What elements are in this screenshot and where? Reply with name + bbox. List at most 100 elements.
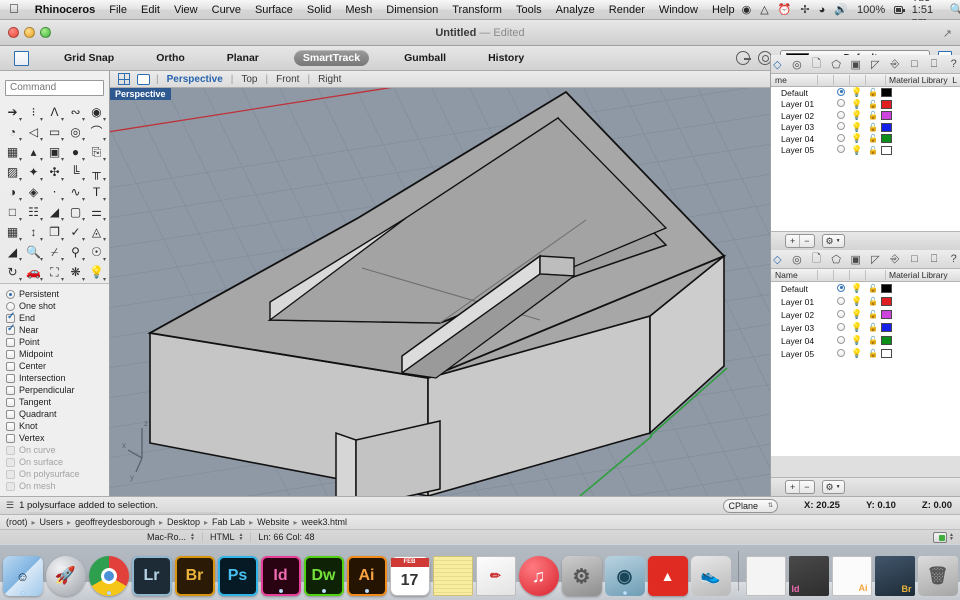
lock-icon[interactable]: 🔓 (865, 284, 881, 293)
editor-preview-control[interactable]: ▲▼ (933, 532, 960, 543)
offset-curve-icon[interactable]: ∿ (65, 182, 86, 202)
lock-icon[interactable]: 🔓 (865, 88, 881, 97)
table-row[interactable]: Layer 03 💡 🔓 (771, 122, 960, 134)
wifi-icon[interactable]: ◕ (819, 4, 826, 16)
layer-name[interactable]: Layer 05 (771, 145, 833, 155)
boolean-difference-icon[interactable]: ╥ (86, 162, 107, 182)
table-row[interactable]: Layer 05 💡 🔓 (771, 145, 960, 157)
eye-icon[interactable]: ◉ (742, 3, 752, 16)
column-header-material[interactable]: Material Library (889, 75, 948, 85)
array-linear-icon[interactable]: ☷ (23, 202, 44, 222)
named-view-icon[interactable]: □ (908, 253, 921, 265)
menu-item-window[interactable]: Window (652, 4, 705, 16)
osnap-mode-persistent[interactable]: Persistent (6, 288, 109, 300)
dock-recent-indesign-doc[interactable]: Id (789, 556, 829, 596)
checkbox-icon[interactable] (6, 362, 15, 371)
cylinder-icon[interactable]: ⎘ (86, 142, 107, 162)
encoding-selector[interactable]: Mac-Ro... ▲▼ (140, 532, 203, 542)
bell-icon[interactable]: △ (760, 3, 768, 16)
visibility-bulb-icon[interactable]: 💡 (849, 87, 865, 98)
dock-item-stickies[interactable] (433, 556, 473, 596)
checkbox-icon[interactable] (6, 326, 15, 335)
menu-item-surface[interactable]: Surface (248, 4, 300, 16)
chevron-down-icon[interactable]: ▼ (836, 235, 841, 247)
radio-icon[interactable] (6, 290, 15, 299)
help-icon[interactable]: ? (947, 253, 960, 265)
preview-icon[interactable] (933, 532, 947, 543)
dock-item-calendar[interactable]: FEB 17 (390, 556, 430, 596)
material-icon[interactable]: ◸ (869, 58, 882, 70)
visibility-bulb-icon[interactable]: 💡 (849, 133, 865, 144)
checkbox-icon[interactable] (6, 338, 15, 347)
dock-item-photoshop[interactable]: Ps (218, 556, 258, 596)
breadcrumb-root[interactable]: (root) (6, 517, 28, 527)
breadcrumb-website[interactable]: Website (257, 517, 289, 527)
checkbox-icon[interactable] (6, 374, 15, 383)
current-layer-radio[interactable] (833, 122, 849, 132)
dock-item-sketchup[interactable]: ▲ (648, 556, 688, 596)
layer-options-button[interactable]: ⚙ ▼ (822, 480, 845, 494)
visibility-bulb-icon[interactable]: 💡 (849, 322, 865, 333)
rectangle-icon[interactable]: ▭ (44, 122, 65, 142)
viewport-toggle-icon[interactable] (14, 51, 29, 66)
layer-name[interactable]: Layer 03 (771, 122, 833, 132)
table-row[interactable]: Layer 01 💡 🔓 (771, 99, 960, 111)
layers-icon[interactable]: ◇ (771, 58, 784, 70)
chevron-updown-icon[interactable]: ▲▼ (949, 533, 954, 541)
layer-color-swatch[interactable] (881, 123, 892, 132)
extrude-surface-icon[interactable]: ▨ (2, 162, 23, 182)
osnap-tangent[interactable]: Tangent (6, 396, 109, 408)
table-row[interactable]: Layer 05 💡 🔓 (771, 347, 960, 360)
lock-icon[interactable]: 🔓 (865, 100, 881, 109)
conic-icon[interactable]: ◎ (65, 122, 86, 142)
add-remove-layer-buttons[interactable]: + − (785, 234, 815, 248)
select-arrow-icon[interactable]: ➔ (2, 102, 23, 122)
analyze-icon[interactable]: ⚌ (86, 202, 107, 222)
checkbox-icon[interactable] (6, 386, 15, 395)
tab-perspective[interactable]: Perspective (165, 74, 225, 85)
battery-icon[interactable] (894, 6, 903, 14)
breadcrumb-users[interactable]: Users (40, 517, 64, 527)
toggle-smarttrack[interactable]: SmartTrack (294, 50, 369, 66)
light-spot-icon[interactable]: ☉ (86, 242, 107, 262)
current-layer-radio[interactable] (833, 297, 849, 307)
layer-name[interactable]: Layer 02 (771, 310, 833, 320)
dock-recent-bridge-doc[interactable]: Br (875, 556, 915, 596)
page-icon[interactable]: 🗋 (810, 58, 823, 70)
tab-top[interactable]: Top (239, 74, 259, 85)
explode-icon[interactable]: ✣ (44, 162, 65, 182)
dock-item-launchpad[interactable]: 🚀 (46, 556, 86, 596)
radio-icon[interactable] (6, 302, 15, 311)
material-icon[interactable]: ◸ (869, 253, 882, 265)
lock-icon[interactable]: 🔓 (865, 146, 881, 155)
monitor-icon[interactable]: ⎕ (928, 253, 941, 265)
landscape-render-icon[interactable]: ⛶ (44, 262, 65, 282)
dock-item-textedit[interactable]: ✏ (476, 556, 516, 596)
add-remove-layer-buttons[interactable]: + − (785, 480, 815, 494)
help-icon[interactable]: ? (947, 58, 960, 70)
table-row[interactable]: Layer 04 💡 🔓 (771, 133, 960, 145)
zoom-icon[interactable]: 🔍 (23, 242, 44, 262)
table-row[interactable]: Layer 04 💡 🔓 (771, 334, 960, 347)
layer-color-swatch[interactable] (881, 88, 892, 97)
single-view-icon[interactable] (137, 74, 150, 85)
layer-name[interactable]: Layer 01 (771, 297, 833, 307)
viewport-canvas[interactable]: z x y (110, 88, 770, 496)
current-layer-radio[interactable] (833, 145, 849, 155)
table-row[interactable]: Layer 02 💡 🔓 (771, 308, 960, 321)
layer-name[interactable]: Default (771, 284, 833, 294)
menu-item-solid[interactable]: Solid (300, 4, 338, 16)
boolean-spheres-icon[interactable]: ◈ (23, 182, 44, 202)
minimize-button[interactable] (24, 27, 35, 38)
layer-color-swatch[interactable] (881, 146, 892, 155)
menu-item-edit[interactable]: Edit (134, 4, 167, 16)
table-row[interactable]: Layer 01 💡 🔓 (771, 295, 960, 308)
tab-front[interactable]: Front (274, 74, 301, 85)
menu-item-transform[interactable]: Transform (445, 4, 509, 16)
ellipse-icon[interactable]: ◔ (2, 122, 23, 142)
layer-color-swatch[interactable] (881, 323, 892, 332)
menu-item-mesh[interactable]: Mesh (338, 4, 379, 16)
add-layer-button[interactable]: + (786, 235, 799, 247)
zoom-button[interactable] (40, 27, 51, 38)
particle-icon[interactable]: ❋ (65, 262, 86, 282)
